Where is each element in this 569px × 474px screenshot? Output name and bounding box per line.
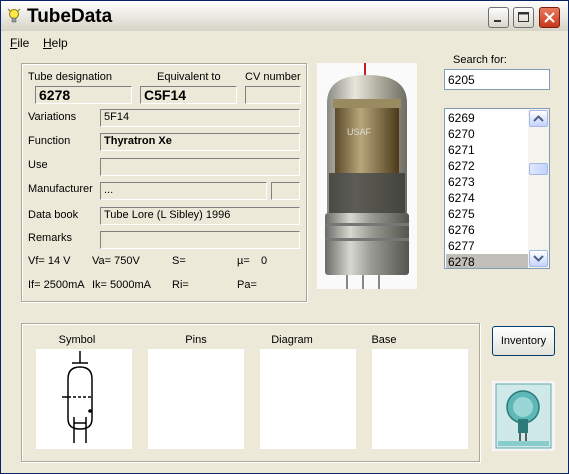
maximize-icon <box>518 12 529 22</box>
menu-file[interactable]: File <box>10 36 29 50</box>
tube-photo: USAF <box>317 63 417 289</box>
remarks-field <box>100 231 300 249</box>
vf-value: Vf= 14 V <box>28 255 71 267</box>
databook-label: Data book <box>28 209 79 221</box>
scroll-down-button[interactable] <box>529 250 548 267</box>
ik-value: Ik= 5000mA <box>92 279 152 291</box>
thyratron-symbol-icon <box>62 351 93 443</box>
tube-designation-field: 6278 <box>35 86 132 104</box>
list-item[interactable]: 6271 <box>446 142 532 158</box>
cv-number-field <box>245 86 301 104</box>
menu-help[interactable]: Help <box>43 36 68 50</box>
symbol-label: Symbol <box>58 334 96 346</box>
list-item-selected[interactable]: 6278 <box>446 254 532 268</box>
manufacturer-label: Manufacturer <box>28 183 93 195</box>
equivalent-field: C5F14 <box>140 86 237 104</box>
diagram-panel <box>260 349 356 449</box>
equivalent-label: Equivalent to <box>157 71 221 83</box>
pins-panel <box>148 349 244 449</box>
list-scrollbar[interactable] <box>528 109 549 268</box>
list-item[interactable]: 6275 <box>446 206 532 222</box>
pa-value: Pa= <box>237 279 257 291</box>
cv-number-label: CV number <box>245 71 301 83</box>
databook-field: Tube Lore (L Sibley) 1996 <box>100 207 300 225</box>
search-input[interactable] <box>444 69 550 90</box>
minimize-button[interactable] <box>488 7 509 28</box>
use-label: Use <box>28 159 48 171</box>
ri-value: Ri= <box>172 279 189 291</box>
list-item[interactable]: 6270 <box>446 126 532 142</box>
lightbulb-icon <box>7 8 21 23</box>
manufacturer-field: ... <box>100 182 267 200</box>
scroll-up-button[interactable] <box>529 110 548 127</box>
list-item[interactable]: 6276 <box>446 222 532 238</box>
symbol-panel <box>36 349 132 449</box>
remarks-label: Remarks <box>28 232 73 244</box>
photo-label: USAF <box>347 127 372 137</box>
manufacturer-code-field <box>271 182 300 200</box>
maximize-button[interactable] <box>513 7 534 28</box>
scroll-thumb[interactable] <box>529 163 548 175</box>
tube-designation-label: Tube designation <box>28 71 112 83</box>
app-window: TubeData File Help Tube designation Equi… <box>0 0 569 474</box>
list-item[interactable]: 6274 <box>446 190 532 206</box>
chevron-down-icon <box>533 255 544 262</box>
s-value: S= <box>172 255 186 267</box>
search-label: Search for: <box>453 54 507 66</box>
menu-bar: File Help <box>1 32 568 52</box>
list-item[interactable]: 6277 <box>446 238 532 254</box>
mu-value: 0 <box>261 255 268 267</box>
inventory-button[interactable]: Inventory <box>492 326 555 356</box>
base-label: Base <box>371 334 397 346</box>
thyratron-tube-image: USAF <box>325 63 409 289</box>
app-logo <box>492 381 555 451</box>
list-item[interactable]: 6269 <box>446 110 532 126</box>
variations-label: Variations <box>28 111 77 123</box>
use-field <box>100 158 300 176</box>
pins-label: Pins <box>185 334 207 346</box>
mu-label: µ= <box>237 255 250 267</box>
va-value: Va= 750V <box>92 255 140 267</box>
function-label: Function <box>28 135 71 147</box>
list-item[interactable]: 6273 <box>446 174 532 190</box>
tube-logo-icon <box>492 381 555 451</box>
close-button[interactable] <box>539 7 560 28</box>
close-icon <box>544 12 555 23</box>
title-bar[interactable]: TubeData <box>1 1 568 31</box>
base-panel <box>372 349 468 449</box>
if-value: If= 2500mA <box>28 279 85 291</box>
window-title: TubeData <box>27 6 113 27</box>
list-item[interactable]: 6272 <box>446 158 532 174</box>
variations-field: 5F14 <box>100 109 300 127</box>
diagram-label: Diagram <box>271 334 313 346</box>
tube-list[interactable]: 6269 6270 6271 6272 6273 6274 6275 6276 … <box>444 108 550 269</box>
minimize-icon <box>494 20 501 22</box>
chevron-up-icon <box>533 115 544 122</box>
function-field: Thyratron Xe <box>100 133 300 151</box>
